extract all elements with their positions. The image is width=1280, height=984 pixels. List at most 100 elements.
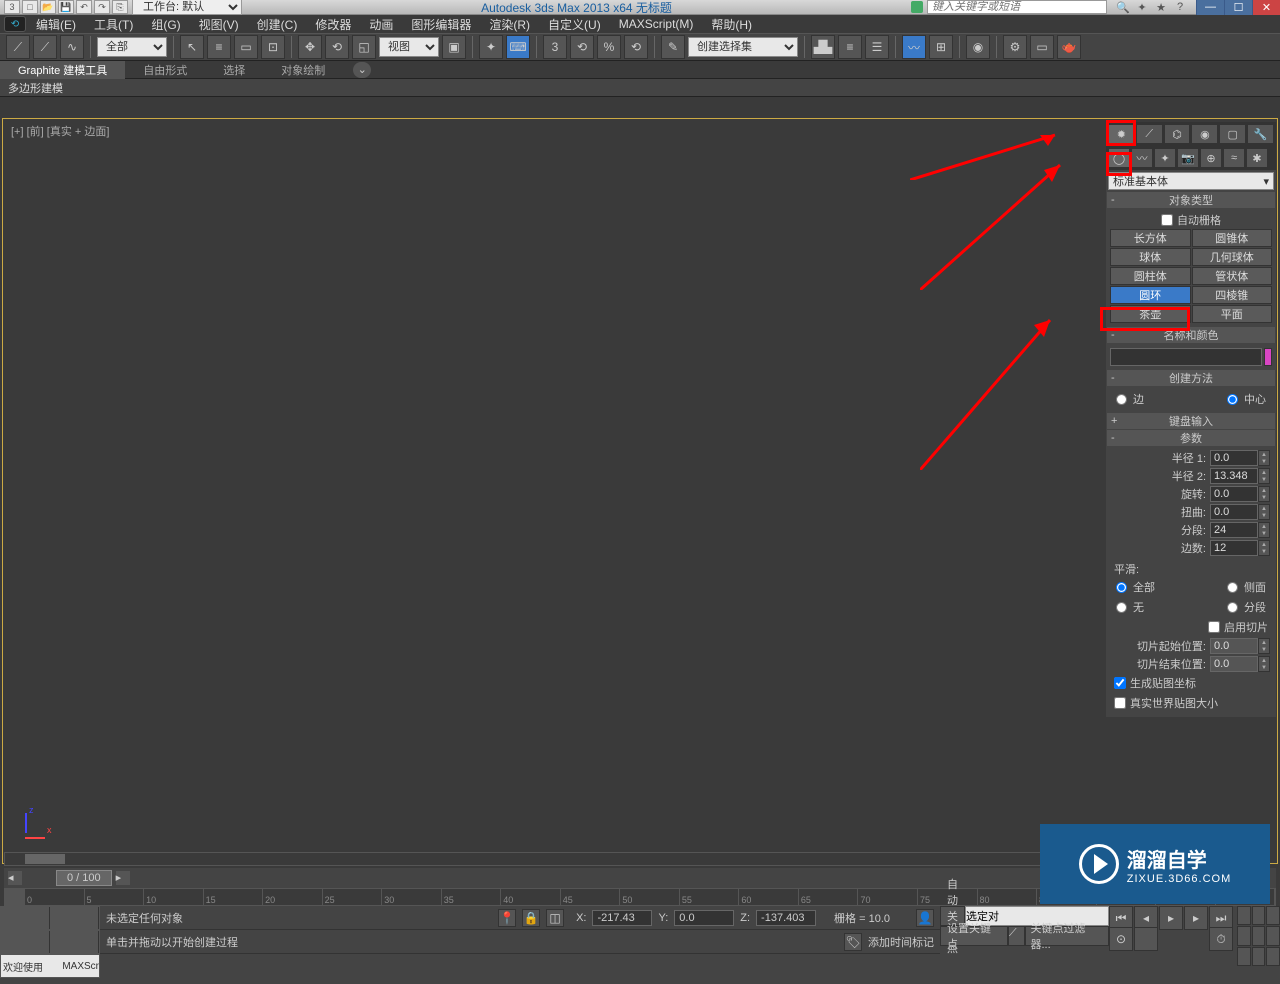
- manipulate-icon[interactable]: ✦: [479, 35, 503, 59]
- menu-group[interactable]: 组(G): [143, 16, 188, 33]
- shapes-icon[interactable]: 〰: [1131, 148, 1153, 168]
- sides-input[interactable]: [1210, 540, 1258, 556]
- schematic-view-icon[interactable]: ⊞: [929, 35, 953, 59]
- rollout-header-name-color[interactable]: -名称和颜色: [1107, 327, 1275, 343]
- menu-modifiers[interactable]: 修改器: [307, 16, 359, 33]
- ribbon-tab-freeform[interactable]: 自由形式: [125, 61, 205, 79]
- add-time-tag[interactable]: 添加时间标记: [868, 934, 934, 950]
- percent-snap-icon[interactable]: %: [597, 35, 621, 59]
- motion-tab-icon[interactable]: ◉: [1191, 124, 1218, 144]
- binocular-icon[interactable]: 🔍: [1115, 0, 1131, 14]
- link-tool-icon[interactable]: ⟋: [6, 35, 30, 59]
- create-center-radio[interactable]: [1227, 394, 1238, 405]
- zoom-all-icon[interactable]: [1252, 906, 1266, 925]
- select-icon[interactable]: ↖: [180, 35, 204, 59]
- obj-sphere[interactable]: 球体: [1110, 248, 1191, 266]
- spacewarps-icon[interactable]: ≈: [1223, 148, 1245, 168]
- menu-rendering[interactable]: 渲染(R): [481, 16, 538, 33]
- helpers-icon[interactable]: ⊕: [1200, 148, 1222, 168]
- material-editor-icon[interactable]: ◉: [966, 35, 990, 59]
- move-icon[interactable]: ✥: [298, 35, 322, 59]
- slice-from-spinner[interactable]: ▲▼: [1258, 638, 1270, 654]
- keyfilter-button[interactable]: 关键点过滤器...: [1025, 926, 1109, 946]
- radius2-input[interactable]: [1210, 468, 1258, 484]
- app-logo-icon[interactable]: ⟲: [4, 16, 26, 32]
- obj-cone[interactable]: 圆锥体: [1192, 229, 1273, 247]
- layer-icon[interactable]: ☰: [865, 35, 889, 59]
- twist-spinner[interactable]: ▲▼: [1258, 504, 1270, 520]
- sb-icon-4[interactable]: [50, 931, 99, 953]
- snap-3d-icon[interactable]: 3: [543, 35, 567, 59]
- smooth-none-radio[interactable]: [1116, 602, 1127, 613]
- search-input[interactable]: [927, 0, 1107, 14]
- named-selection-set[interactable]: 创建选择集: [688, 37, 798, 57]
- orbit-icon[interactable]: [1266, 926, 1280, 945]
- slice-from-input[interactable]: [1210, 638, 1258, 654]
- named-sel-edit-icon[interactable]: ✎: [661, 35, 685, 59]
- twist-input[interactable]: [1210, 504, 1258, 520]
- render-frame-icon[interactable]: ▭: [1030, 35, 1054, 59]
- zoom-region-icon[interactable]: [1252, 947, 1266, 966]
- bind-space-warp-icon[interactable]: ∿: [60, 35, 84, 59]
- obj-geosphere[interactable]: 几何球体: [1192, 248, 1273, 266]
- render-icon[interactable]: 🫖: [1057, 35, 1081, 59]
- coord-y-input[interactable]: [674, 910, 734, 926]
- key-mode-toggle-icon[interactable]: ⊙: [1109, 927, 1133, 951]
- keyboard-shortcut-icon[interactable]: ⌨: [506, 35, 530, 59]
- undo-icon[interactable]: ↶: [76, 0, 92, 14]
- render-setup-icon[interactable]: ⚙: [1003, 35, 1027, 59]
- real-world-checkbox[interactable]: [1114, 697, 1126, 709]
- play-icon[interactable]: ▸: [1159, 906, 1183, 930]
- timeslider-prev-icon[interactable]: ◂: [8, 871, 22, 885]
- menu-maxscript[interactable]: MAXScript(M): [611, 17, 702, 31]
- obj-tube[interactable]: 管状体: [1192, 267, 1273, 285]
- smooth-all-radio[interactable]: [1116, 582, 1127, 593]
- key-mode-icon[interactable]: ⟋: [1008, 926, 1026, 946]
- next-frame-icon[interactable]: ▸: [1184, 906, 1208, 930]
- geometry-icon[interactable]: ◯: [1108, 148, 1130, 168]
- radius1-input[interactable]: [1210, 450, 1258, 466]
- viewport[interactable]: [+] [前] [真实 + 边面] zx: [2, 118, 1278, 864]
- menu-customize[interactable]: 自定义(U): [540, 16, 609, 33]
- help-icon[interactable]: ?: [1172, 0, 1188, 14]
- rotation-input[interactable]: [1210, 486, 1258, 502]
- close-button[interactable]: ✕: [1252, 0, 1280, 15]
- slice-to-spinner[interactable]: ▲▼: [1258, 656, 1270, 672]
- rollout-header-keyboard[interactable]: +键盘输入: [1107, 413, 1275, 429]
- selection-lock-icon[interactable]: 🔒: [522, 909, 540, 927]
- obj-pyramid[interactable]: 四棱锥: [1192, 286, 1273, 304]
- pivot-icon[interactable]: ▣: [442, 35, 466, 59]
- app-menu-icon[interactable]: 3: [4, 0, 20, 14]
- maximize-button[interactable]: ☐: [1224, 0, 1252, 15]
- coord-z-input[interactable]: [756, 910, 816, 926]
- rollout-header-params[interactable]: -参数: [1107, 430, 1275, 446]
- spinner-snap-icon[interactable]: ⟲: [624, 35, 648, 59]
- sb-icon-1[interactable]: [1, 907, 50, 929]
- sb-icon-2[interactable]: [50, 907, 99, 929]
- ribbon-poly-model[interactable]: 多边形建模: [8, 80, 63, 96]
- menu-graph[interactable]: 图形编辑器: [403, 16, 479, 33]
- create-edge-radio[interactable]: [1116, 394, 1127, 405]
- systems-icon[interactable]: ✱: [1246, 148, 1268, 168]
- time-tag-icon[interactable]: 🏷: [844, 933, 862, 951]
- angle-snap-icon[interactable]: ⟲: [570, 35, 594, 59]
- obj-cylinder[interactable]: 圆柱体: [1110, 267, 1191, 285]
- mirror-icon[interactable]: ▟▙: [811, 35, 835, 59]
- lights-icon[interactable]: ✦: [1154, 148, 1176, 168]
- menu-views[interactable]: 视图(V): [191, 16, 247, 33]
- color-swatch[interactable]: [1264, 348, 1272, 366]
- cameras-icon[interactable]: 📷: [1177, 148, 1199, 168]
- smooth-segs-radio[interactable]: [1227, 602, 1238, 613]
- isolate-icon[interactable]: ◫: [546, 909, 564, 927]
- time-config-icon[interactable]: ⏱: [1209, 927, 1233, 951]
- menu-help[interactable]: 帮助(H): [703, 16, 760, 33]
- smooth-sides-radio[interactable]: [1227, 582, 1238, 593]
- object-name-input[interactable]: [1110, 348, 1262, 366]
- exchange-icon[interactable]: ★: [1153, 0, 1169, 14]
- ribbon-tab-selection[interactable]: 选择: [205, 61, 263, 79]
- radius2-spinner[interactable]: ▲▼: [1258, 468, 1270, 484]
- curve-editor-icon[interactable]: 〰: [902, 35, 926, 59]
- select-name-icon[interactable]: ≡: [207, 35, 231, 59]
- sides-spinner[interactable]: ▲▼: [1258, 540, 1270, 556]
- comm-center-icon[interactable]: 👤: [916, 909, 934, 927]
